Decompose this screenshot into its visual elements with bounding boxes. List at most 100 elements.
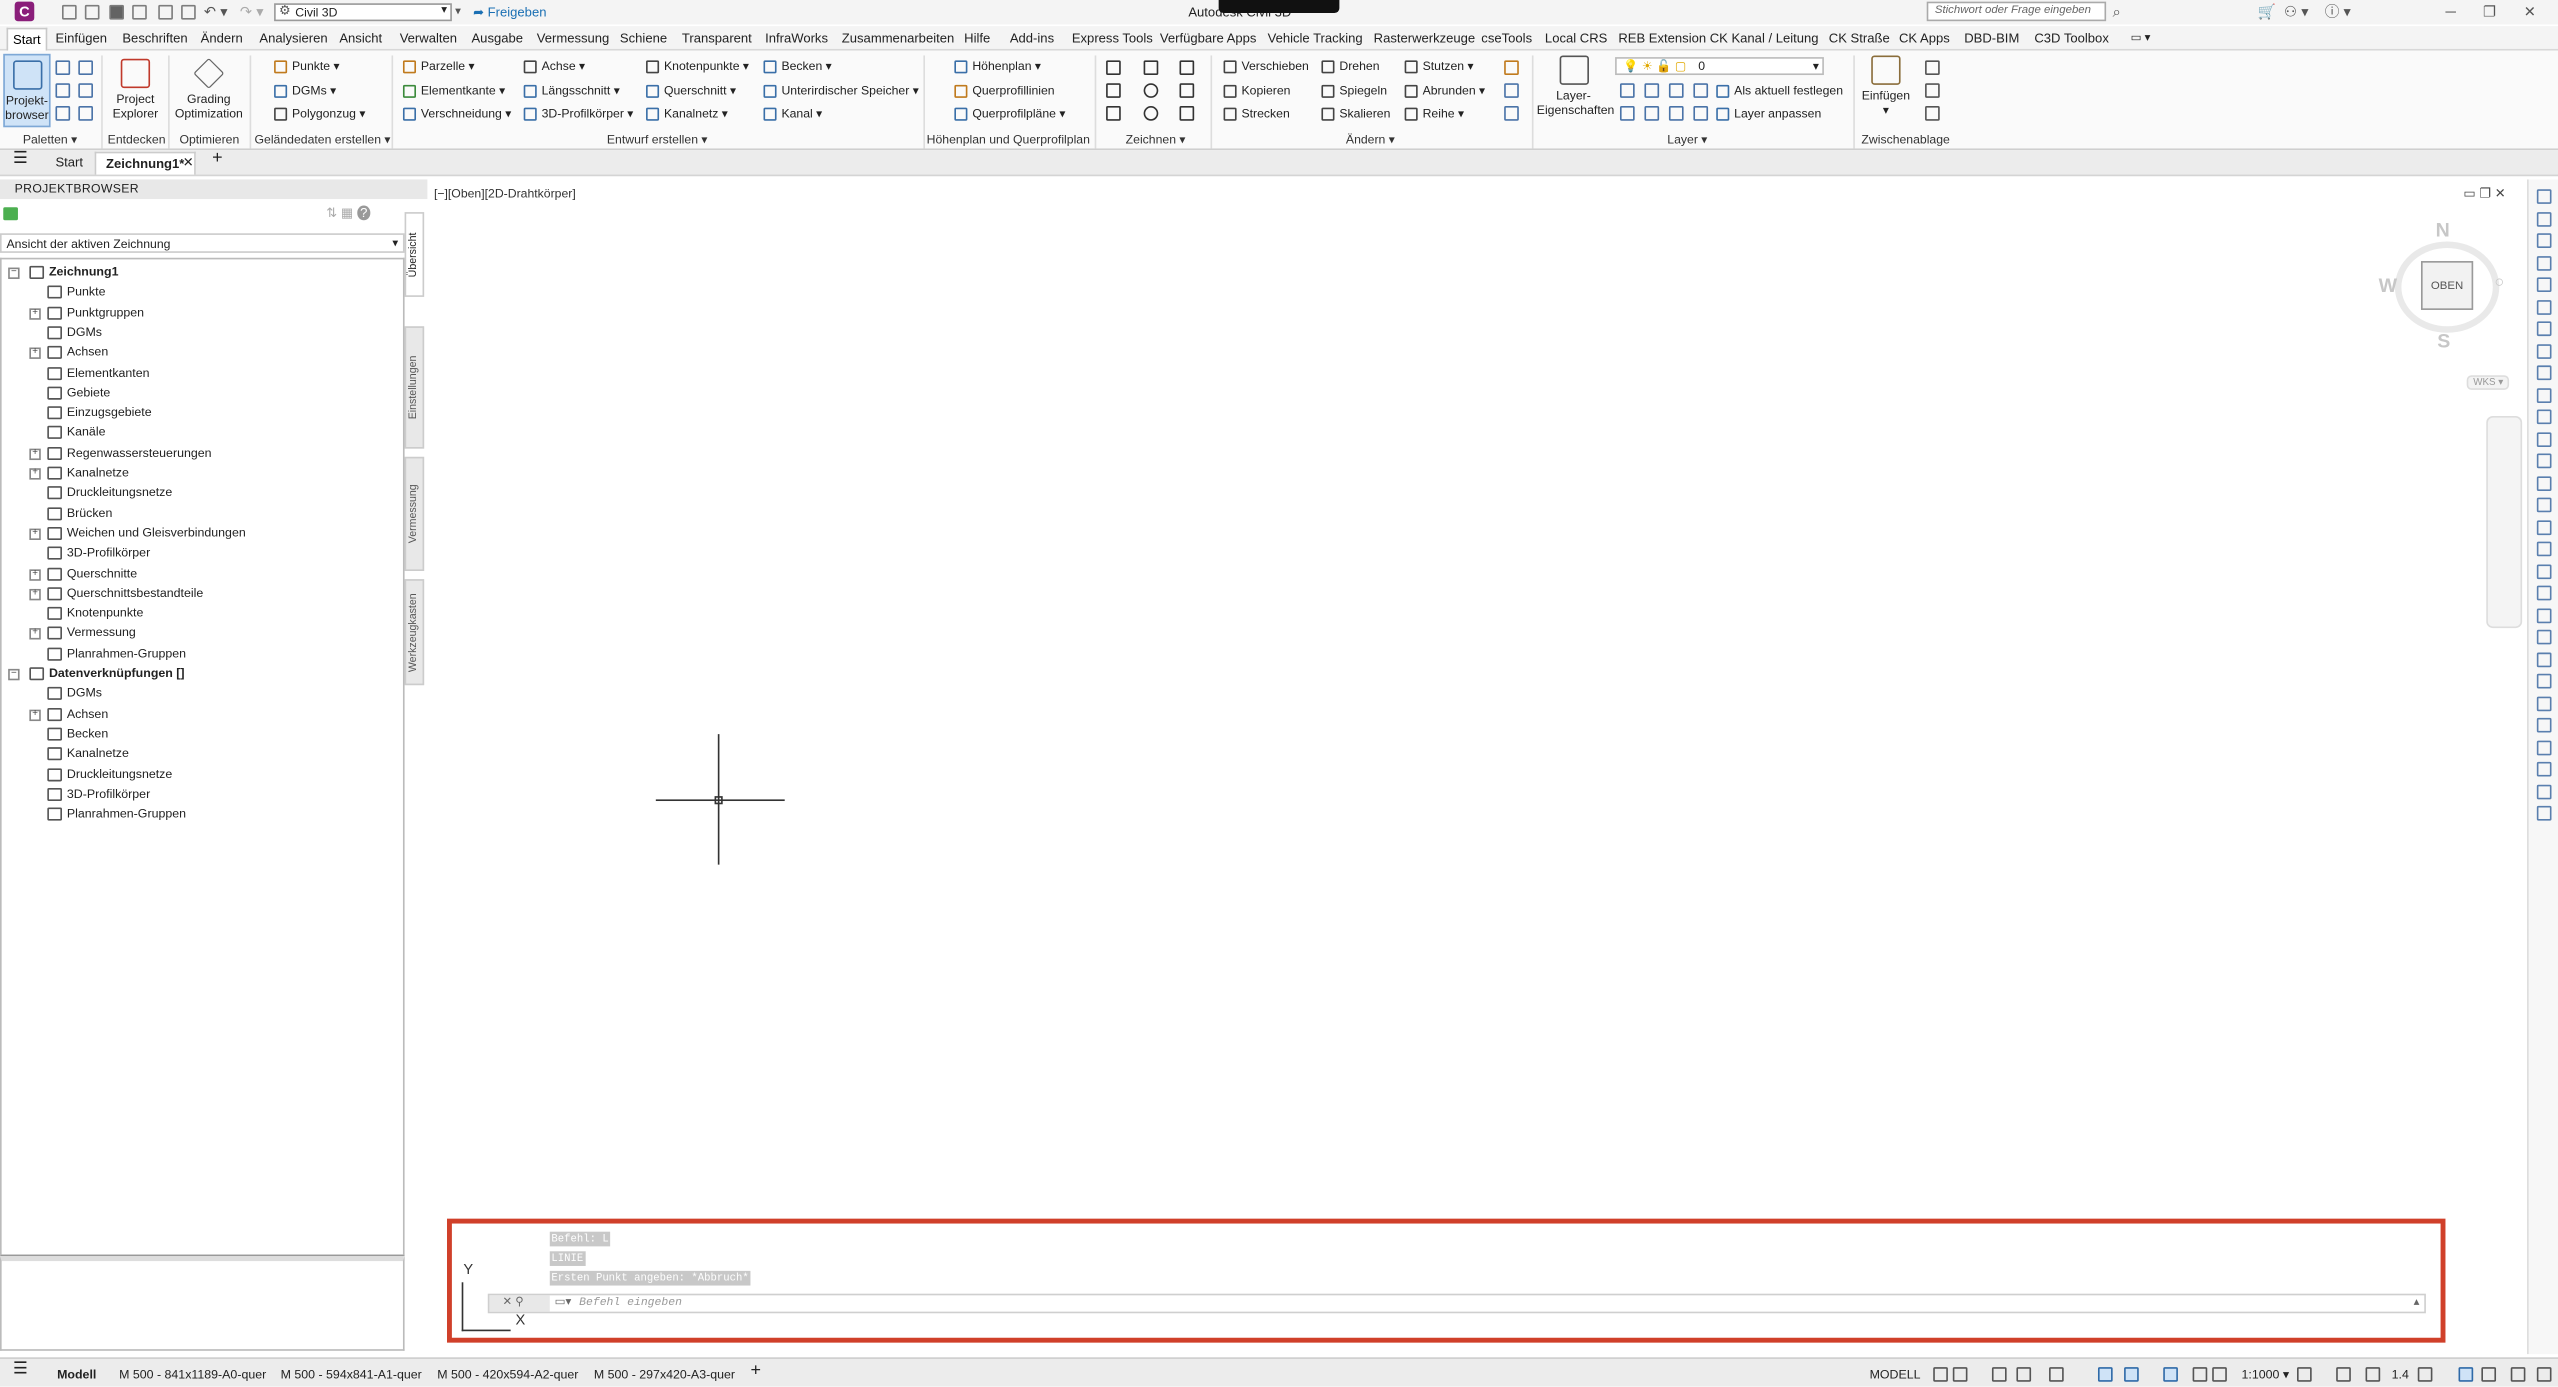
explode-icon[interactable] <box>1504 83 1519 98</box>
close-tab-icon[interactable]: ✕ <box>183 155 194 171</box>
status-toggle-icon[interactable] <box>2016 1367 2032 1382</box>
tool-icon[interactable] <box>2536 585 2552 601</box>
tab-verwalten[interactable]: Verwalten <box>400 31 457 47</box>
hatch-tool-icon[interactable] <box>1179 106 1195 121</box>
tool-icon[interactable] <box>2536 343 2552 359</box>
web-mobile-icon[interactable] <box>158 4 173 20</box>
tab-verfuegbare-apps[interactable]: Verfügbare Apps <box>1160 31 1257 47</box>
verschneidung-button[interactable]: Verschneidung ▾ <box>402 106 511 122</box>
tree-item[interactable]: Becken <box>47 724 108 744</box>
tool-icon[interactable] <box>2536 563 2552 579</box>
panel-label-zeichnen[interactable]: Zeichnen ▾ <box>1126 132 1186 147</box>
tool-icon[interactable] <box>2536 189 2552 204</box>
tree-item[interactable]: Querschnittsbestandteile <box>47 584 203 604</box>
help-search-input[interactable]: Stichwort oder Frage eingeben <box>1926 1 2107 22</box>
tab-express-tools[interactable]: Express Tools <box>1072 31 1153 47</box>
circle-tool-icon[interactable] <box>1143 83 1159 98</box>
recent-commands-icon[interactable]: ▭▾ <box>555 1295 572 1308</box>
tree-expand-toggle[interactable]: + <box>29 708 41 721</box>
tree-item[interactable]: Einzugsgebiete <box>47 403 152 423</box>
tree-expand-toggle[interactable]: + <box>29 347 41 360</box>
stutzen-button[interactable]: Stutzen ▾ <box>1404 59 1474 75</box>
tool-icon[interactable] <box>2536 783 2552 799</box>
layer-thaw-icon[interactable] <box>1644 106 1660 121</box>
viewcube[interactable]: N S W ○ OBEN <box>2366 212 2513 391</box>
kanalnetz-button[interactable]: Kanalnetz ▾ <box>646 106 728 122</box>
projektbrowser-button[interactable]: Projekt- browser <box>3 53 51 128</box>
model-space-toggle[interactable]: MODELL <box>1870 1367 1921 1383</box>
elementkante-button[interactable]: Elementkante ▾ <box>402 83 505 99</box>
drehen-button[interactable]: Drehen <box>1321 59 1380 75</box>
status-toggle-icon[interactable] <box>1933 1367 1948 1382</box>
tree-expand-toggle[interactable]: + <box>29 588 41 601</box>
tool-icon[interactable] <box>2536 739 2552 755</box>
palette-panorama-icon[interactable] <box>55 83 71 98</box>
compass-west[interactable]: W <box>2379 274 2397 297</box>
tool-icon[interactable] <box>2536 541 2552 557</box>
profilkoerper-button[interactable]: 3D-Profilkörper ▾ <box>523 106 633 122</box>
status-toggle-icon[interactable] <box>2124 1367 2139 1382</box>
offset-icon[interactable] <box>1504 106 1519 121</box>
tab-zusammenarbeiten[interactable]: Zusammenarbeiten <box>842 31 954 47</box>
compass-south[interactable]: S <box>2437 330 2450 353</box>
search-icon[interactable]: ⌕ <box>2113 3 2121 21</box>
dgms-button[interactable]: DGMs ▾ <box>274 83 336 99</box>
erase-icon[interactable] <box>1504 60 1519 76</box>
status-toggle-icon[interactable] <box>2192 1367 2208 1382</box>
palette-layers-icon[interactable] <box>55 106 71 121</box>
user-icon[interactable]: ⚇ ▾ <box>2284 3 2309 21</box>
tree-expand-toggle[interactable]: + <box>29 468 41 480</box>
tree-item[interactable]: Regenwassersteuerungen <box>47 443 212 463</box>
tool-icon[interactable] <box>2536 387 2552 403</box>
side-tab-einstellungen[interactable]: Einstellungen <box>404 326 425 449</box>
becken-button[interactable]: Becken ▾ <box>763 59 832 75</box>
ellipse-tool-icon[interactable] <box>1143 106 1159 121</box>
layout-tab-a2[interactable]: M 500 - 420x594-A2-quer <box>437 1367 578 1383</box>
status-toggle-icon[interactable] <box>2297 1367 2312 1382</box>
tree-item[interactable]: Elementkanten <box>47 363 150 383</box>
strecken-button[interactable]: Strecken <box>1223 106 1290 122</box>
minimize-icon[interactable]: ▭ <box>2463 186 2475 201</box>
tool-icon[interactable] <box>2536 277 2552 293</box>
status-toggle-icon[interactable] <box>2212 1367 2227 1382</box>
match-properties-icon[interactable] <box>1925 106 1940 121</box>
compass-east-icon[interactable]: ○ <box>2494 274 2504 292</box>
tool-icon[interactable] <box>2536 761 2552 777</box>
tree-item[interactable]: Planrahmen-Gruppen <box>47 804 186 824</box>
laengsschnitt-button[interactable]: Längsschnitt ▾ <box>523 83 620 99</box>
tab-beschriften[interactable]: Beschriften <box>122 31 187 47</box>
command-input[interactable]: Befehl eingeben <box>579 1295 682 1313</box>
layer-unlock-icon[interactable] <box>1693 106 1709 121</box>
kopieren-button[interactable]: Kopieren <box>1223 83 1290 99</box>
panel-label-aendern[interactable]: Ändern ▾ <box>1346 132 1395 147</box>
tool-icon[interactable] <box>2536 673 2552 689</box>
grading-optimization-button[interactable]: Grading Optimization <box>171 57 246 121</box>
open-icon[interactable] <box>84 4 100 20</box>
tree-item[interactable]: Druckleitungsnetze <box>47 764 172 784</box>
project-explorer-button[interactable]: Project Explorer <box>108 58 163 121</box>
tree-item[interactable]: DGMs <box>47 323 102 343</box>
layout-tab-a0[interactable]: M 500 - 841x1189-A0-quer <box>119 1367 266 1383</box>
querprofillinien-button[interactable]: Querprofillinien <box>954 83 1055 99</box>
tool-icon[interactable] <box>2536 453 2552 469</box>
compass-north[interactable]: N <box>2436 219 2450 242</box>
tab-csetools[interactable]: cseTools <box>1481 31 1532 47</box>
palette-properties-icon[interactable] <box>55 60 71 76</box>
redo-icon[interactable]: ↷ ▾ <box>240 3 264 21</box>
tab-ck-apps[interactable]: CK Apps <box>1899 31 1950 47</box>
tab-add-ins[interactable]: Add-ins <box>1010 31 1054 47</box>
tree-collapse-toggle[interactable]: − <box>8 668 20 681</box>
viewport-controls-label[interactable]: [−][Oben][2D-Drahtkörper] <box>434 186 576 201</box>
cut-icon[interactable] <box>1925 60 1940 76</box>
layout-tab-modell[interactable]: Modell <box>57 1367 96 1383</box>
tree-item[interactable]: Querschnitte <box>47 564 137 584</box>
share-button[interactable]: ➦ Freigeben <box>473 3 546 21</box>
print-icon[interactable] <box>181 4 196 20</box>
tab-local-crs[interactable]: Local CRS <box>1545 31 1607 47</box>
menu-hamburger-icon[interactable]: ☰ <box>13 151 28 168</box>
tab-active-drawing[interactable]: Zeichnung1* <box>94 151 196 175</box>
status-toggle-icon[interactable] <box>2536 1367 2552 1382</box>
abrunden-button[interactable]: Abrunden ▾ <box>1404 83 1485 99</box>
set-current-button[interactable]: Als aktuell festlegen <box>1716 83 1843 99</box>
skalieren-button[interactable]: Skalieren <box>1321 106 1390 122</box>
